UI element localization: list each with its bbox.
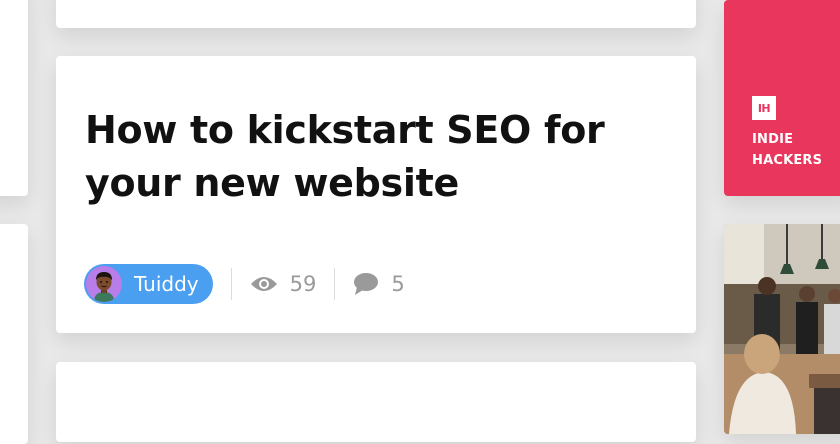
eye-icon bbox=[250, 277, 277, 291]
comments-count: 5 bbox=[391, 272, 405, 296]
comment-icon bbox=[354, 273, 379, 295]
cafe-scene-image bbox=[724, 224, 840, 434]
post-title[interactable]: How to kickstart SEO for your new websit… bbox=[85, 104, 685, 210]
divider bbox=[334, 268, 336, 300]
indie-hackers-card[interactable]: IH INDIE HACKERS bbox=[724, 0, 840, 196]
author-button[interactable]: Tuiddy bbox=[84, 264, 213, 304]
author-name: Tuiddy bbox=[134, 272, 199, 296]
ad-line-2: HACKERS bbox=[752, 153, 823, 168]
divider bbox=[230, 268, 232, 300]
avatar bbox=[86, 266, 122, 302]
post-card[interactable]: How to kickstart SEO for your new websit… bbox=[56, 56, 696, 333]
adjacent-card-left-top[interactable] bbox=[0, 0, 28, 196]
ad-line-1: INDIE bbox=[752, 132, 794, 147]
post-meta: Tuiddy 59 5 bbox=[84, 264, 405, 304]
indie-hackers-label: INDIE HACKERS bbox=[752, 129, 822, 171]
indie-hackers-logo: IH bbox=[752, 96, 776, 120]
comments-stat[interactable]: 5 bbox=[353, 272, 405, 296]
cafe-photo[interactable] bbox=[724, 224, 840, 434]
adjacent-card-left-bottom[interactable] bbox=[0, 224, 28, 444]
views-stat: 59 bbox=[250, 272, 317, 296]
avatar-illustration-icon bbox=[86, 266, 122, 302]
views-count: 59 bbox=[289, 272, 317, 296]
previous-post-card[interactable] bbox=[56, 0, 696, 28]
next-post-card[interactable] bbox=[56, 362, 696, 442]
